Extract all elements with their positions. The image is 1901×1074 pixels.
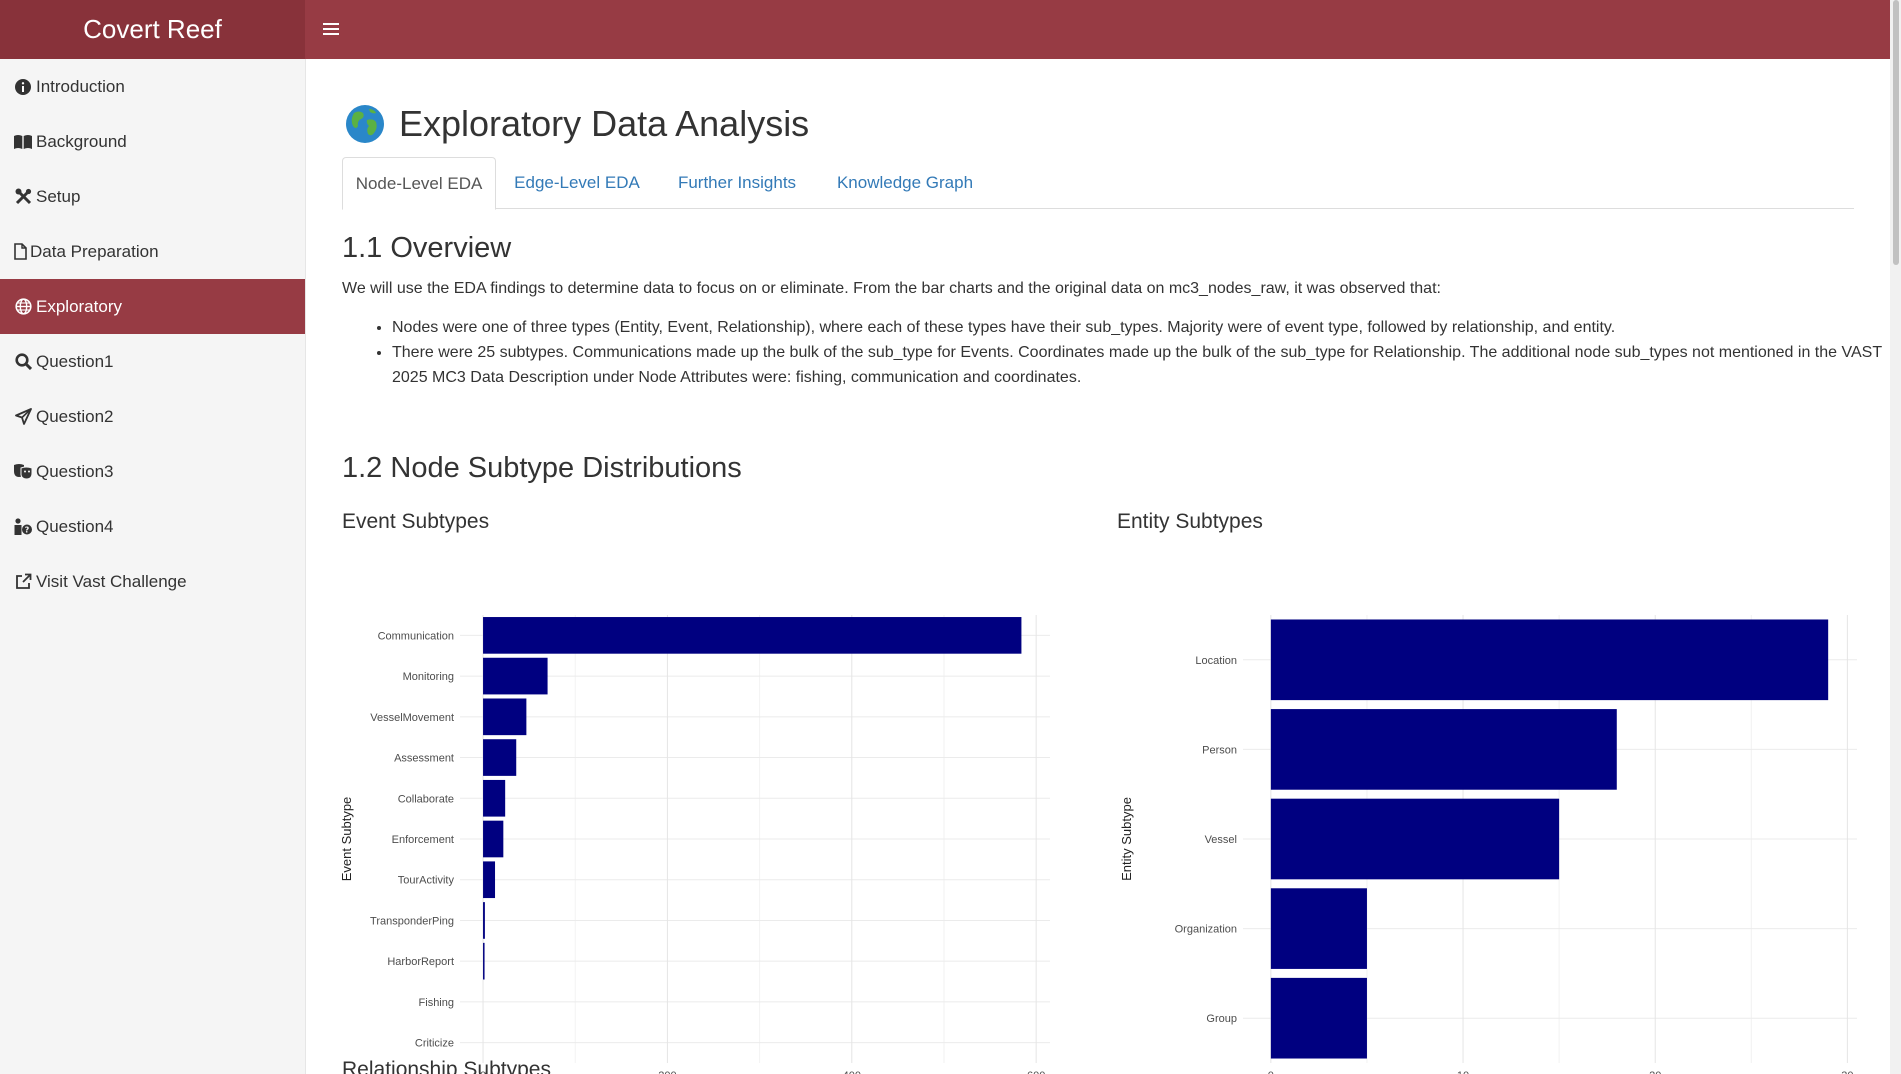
search-icon — [13, 353, 33, 370]
sidebar-item-question3[interactable]: Question3 — [0, 444, 305, 499]
y-tick-label: Enforcement — [392, 834, 454, 846]
overview-bullet-list: Nodes were one of three types (Entity, E… — [342, 315, 1890, 390]
file-icon — [13, 243, 27, 260]
y-tick-label: Vessel — [1205, 834, 1237, 846]
y-tick-label: Communication — [378, 630, 454, 642]
sidebar-item-label: Question3 — [36, 461, 114, 481]
info-circle-icon — [13, 78, 33, 95]
page-title-text: Exploratory Data Analysis — [399, 103, 810, 144]
sidebar-item-label: Setup — [36, 186, 81, 206]
list-item: There were 25 subtypes. Communications m… — [392, 340, 1890, 390]
sidebar-item-data-preparation[interactable]: Data Preparation — [0, 224, 305, 279]
sidebar-item-question2[interactable]: Question2 — [0, 389, 305, 444]
y-tick-label: Group — [1206, 1013, 1237, 1025]
book-open-icon — [13, 134, 33, 150]
x-tick-label: 400 — [843, 1070, 861, 1074]
tab-further-insights[interactable]: Further Insights — [657, 157, 817, 208]
bar — [483, 739, 517, 776]
section-heading-relationship-subtypes: Relationship Subtypes — [342, 1058, 551, 1074]
sidebar-item-label: Question2 — [36, 406, 114, 426]
y-tick-label: Fishing — [419, 997, 454, 1009]
sidebar-item-label: Background — [36, 131, 127, 151]
entity-subtypes-chart: 0 10 20 30 Location Person Vessel Organization G… — [1119, 615, 1857, 1074]
hamburger-icon — [323, 23, 339, 35]
bar — [483, 779, 506, 817]
sidebar: Introduction Background Setup Data Prepa… — [0, 59, 306, 1074]
section-heading-node-subtype-distributions: 1.2 Node Subtype Distributions — [342, 452, 742, 484]
sidebar-item-label: Data Preparation — [30, 241, 159, 261]
bar — [1270, 709, 1617, 790]
masks-icon — [13, 463, 33, 480]
bar — [483, 657, 548, 695]
event-subtypes-chart: 0200400600CommunicationMonitoringVesselM… — [339, 615, 1050, 1074]
y-tick-label: Assessment — [394, 753, 454, 765]
sidebar-item-question4[interactable]: ? Question4 — [0, 499, 305, 554]
y-tick-label: Organization — [1175, 924, 1237, 936]
y-tick-label: Person — [1202, 744, 1237, 756]
y-tick-label: VesselMovement — [370, 712, 454, 724]
bar — [483, 942, 485, 980]
sidebar-item-question1[interactable]: Question1 — [0, 334, 305, 389]
list-item: Nodes were one of three types (Entity, E… — [392, 315, 1890, 340]
sidebar-item-visit-vast-challenge[interactable]: Visit Vast Challenge — [0, 554, 305, 609]
sidebar-item-background[interactable]: Background — [0, 114, 305, 169]
y-tick-label: TourActivity — [398, 875, 455, 887]
x-tick-label: 0 — [1268, 1070, 1274, 1074]
external-link-icon — [13, 573, 33, 590]
page-title: Exploratory Data Analysis — [345, 99, 809, 149]
x-tick-label: 20 — [1649, 1070, 1661, 1074]
paper-plane-icon — [13, 408, 33, 425]
tab-bar: Node-Level EDA Edge-Level EDA Further In… — [342, 157, 1854, 210]
y-tick-label: Criticize — [415, 1038, 454, 1050]
svg-text:?: ? — [25, 526, 30, 535]
sidebar-item-label: Introduction — [36, 76, 125, 96]
bar — [1270, 888, 1367, 969]
bar — [483, 861, 496, 899]
y-tick-label: HarborReport — [387, 956, 454, 968]
sidebar-item-label: Exploratory — [36, 296, 122, 316]
y-tick-label: Collaborate — [398, 793, 454, 805]
section-heading-overview: 1.1 Overview — [342, 232, 512, 264]
bar — [1270, 798, 1560, 880]
bar — [1270, 619, 1829, 701]
y-axis-title: Event Subtype — [339, 797, 354, 882]
chart-title-event-subtypes: Event Subtypes — [342, 510, 490, 533]
scrollbar-thumb[interactable] — [1893, 0, 1899, 265]
main-content: Exploratory Data Analysis Node-Level EDA… — [305, 59, 1890, 1074]
y-axis-title: Entity Subtype — [1119, 797, 1134, 881]
x-tick-label: 200 — [658, 1070, 676, 1074]
bar — [1270, 977, 1367, 1059]
sidebar-item-label: Question4 — [36, 516, 114, 536]
person-question-icon: ? — [13, 518, 33, 535]
y-tick-label: TransponderPing — [370, 915, 454, 927]
x-tick-label: 30 — [1841, 1070, 1853, 1074]
tab-node-level-eda[interactable]: Node-Level EDA — [342, 157, 496, 210]
globe-icon — [13, 298, 33, 315]
app-brand[interactable]: Covert Reef — [0, 0, 305, 59]
y-tick-label: Monitoring — [403, 671, 454, 683]
bar — [483, 820, 504, 858]
x-tick-label: 600 — [1027, 1070, 1045, 1074]
chart-title-entity-subtypes: Entity Subtypes — [1117, 510, 1263, 533]
sidebar-toggle-button[interactable] — [318, 14, 344, 44]
sidebar-item-exploratory[interactable]: Exploratory — [0, 279, 305, 334]
tools-icon — [13, 188, 33, 205]
overview-intro-text: We will use the EDA findings to determin… — [342, 280, 1441, 297]
sidebar-item-label: Question1 — [36, 351, 114, 371]
globe-emoji-icon — [346, 105, 384, 143]
sidebar-item-introduction[interactable]: Introduction — [0, 59, 305, 114]
sidebar-item-label: Visit Vast Challenge — [36, 571, 187, 591]
sidebar-item-setup[interactable]: Setup — [0, 169, 305, 224]
bar — [483, 698, 527, 736]
tab-edge-level-eda[interactable]: Edge-Level EDA — [497, 157, 657, 208]
bar — [483, 617, 1022, 654]
tab-knowledge-graph[interactable]: Knowledge Graph — [817, 157, 993, 208]
x-tick-label: 10 — [1457, 1070, 1469, 1074]
y-tick-label: Location — [1195, 655, 1237, 667]
bar — [483, 902, 485, 939]
